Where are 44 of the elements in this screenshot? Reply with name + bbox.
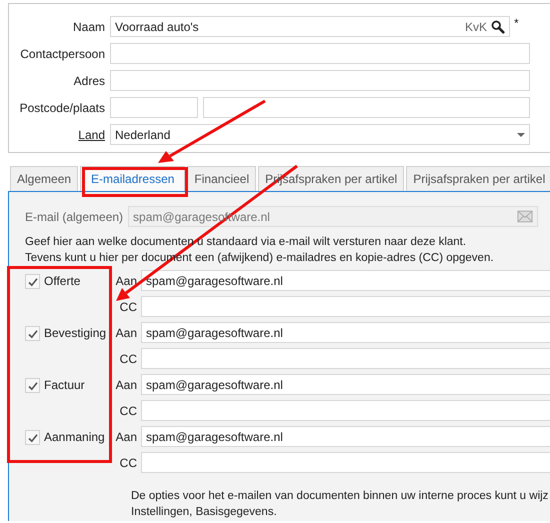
email-field[interactable]: spam@garagesoftware.nl <box>141 270 550 291</box>
checkbox-label: Factuur <box>44 378 85 392</box>
input-field[interactable] <box>110 43 530 64</box>
footer-text: De opties voor het e-mailen van documenten binnen uw interne proces kunt u wijz Instellingen, Basisgegevens. <box>130 489 550 520</box>
required-mark: * <box>514 16 519 30</box>
field-label: CC <box>118 352 137 366</box>
field-label: Postcode/plaats <box>18 100 105 114</box>
cc-field[interactable] <box>141 400 550 421</box>
name-field[interactable]: Voorraad auto's KvK <box>110 16 510 37</box>
field-label: CC <box>118 300 137 314</box>
field-label: Adres <box>72 74 105 88</box>
caret-icon <box>517 132 525 136</box>
field-label: Aan <box>115 430 137 444</box>
cc-field[interactable] <box>141 452 550 473</box>
postcode-field[interactable] <box>110 97 198 118</box>
field-label: Aan <box>115 326 137 340</box>
field-label: Aan <box>115 274 137 288</box>
checkbox[interactable] <box>25 378 40 393</box>
checkbox-label: Bevestiging <box>44 326 106 340</box>
search-icon[interactable] <box>491 20 505 34</box>
country-dropdown[interactable]: Nederland <box>110 124 530 145</box>
kvk-label: KvK <box>464 20 487 34</box>
tab[interactable]: Prijsafspraken per artikel <box>406 166 550 191</box>
city-field[interactable] <box>203 97 530 118</box>
checkbox-label: Aanmaning <box>44 430 105 444</box>
tab[interactable]: Financieel <box>187 166 256 191</box>
checkbox-label: Offerte <box>44 274 80 288</box>
checkbox[interactable] <box>25 274 40 289</box>
field-label: CC <box>118 456 137 470</box>
checkbox[interactable] <box>25 326 40 341</box>
field-label: Contactpersoon <box>19 46 105 60</box>
field-label: Aan <box>115 378 137 392</box>
input-field[interactable] <box>110 70 530 91</box>
field-label: E-mail (algemeen) <box>25 210 124 224</box>
field-label: Land <box>77 128 105 142</box>
email-field[interactable]: spam@garagesoftware.nl <box>141 322 550 343</box>
tab[interactable]: Algemeen <box>10 166 78 191</box>
field-label: Naam <box>72 20 105 34</box>
email-field[interactable]: spam@garagesoftware.nl <box>141 374 550 395</box>
email-field[interactable]: spam@garagesoftware.nl <box>141 426 550 447</box>
cc-field[interactable] <box>141 296 550 317</box>
cc-field[interactable] <box>141 348 550 369</box>
checkbox[interactable] <box>25 430 40 445</box>
field-label: CC <box>118 404 137 418</box>
